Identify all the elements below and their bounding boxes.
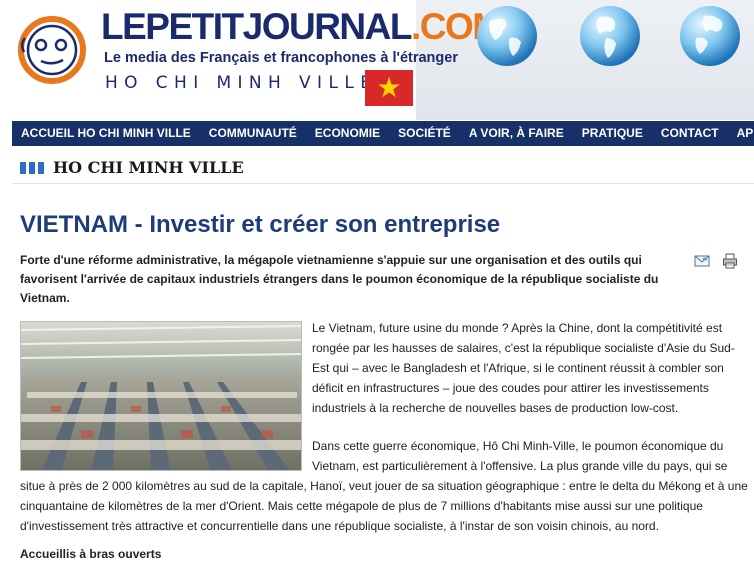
vietnam-flag-icon: ★ [365, 70, 413, 106]
article-lead: Forte d'une réforme administrative, la m… [20, 253, 659, 305]
section-heading: HO CHI MINH VILLE [20, 158, 244, 177]
globe-icon [580, 6, 640, 66]
logo-tagline: Le media des Français et francophones à … [104, 50, 458, 66]
article-body: Le Vietnam, future usine du monde ? Aprè… [20, 318, 748, 554]
main-nav: ACCUEIL HO CHI MINH VILLE COMMUNAUTÉ ECO… [12, 121, 754, 146]
logo-city: HO CHI MINH VILLE [105, 73, 378, 93]
nav-item-a-voir[interactable]: A VOIR, À FAIRE [460, 121, 573, 146]
site-header: LEPETITJOURNAL.COM Le media des Français… [0, 0, 754, 120]
globe-icon [680, 6, 740, 66]
article-title: VIETNAM - Investir et créer son entrepri… [20, 211, 501, 238]
nav-item-communaute[interactable]: COMMUNAUTÉ [200, 121, 306, 146]
section-bars-icon [20, 161, 44, 174]
article-subheading: Accueillis à bras ouverts [20, 547, 162, 561]
globe-icon [477, 6, 537, 66]
nav-item-applications[interactable]: APPLICA [728, 121, 754, 146]
email-icon[interactable] [694, 253, 710, 269]
section-title: HO CHI MINH VILLE [53, 158, 244, 177]
print-icon[interactable] [722, 253, 738, 269]
nav-item-economie[interactable]: ECONOMIE [306, 121, 389, 146]
nav-item-pratique[interactable]: PRATIQUE [573, 121, 652, 146]
divider [12, 183, 754, 184]
nav-item-contact[interactable]: CONTACT [652, 121, 728, 146]
nav-item-societe[interactable]: SOCIÉTÉ [389, 121, 460, 146]
article-tools [694, 253, 738, 269]
site-logo[interactable]: LEPETITJOURNAL.COM Le media des Français… [10, 4, 503, 116]
nav-item-accueil[interactable]: ACCUEIL HO CHI MINH VILLE [12, 121, 200, 146]
mascot-logo-icon [18, 16, 86, 84]
logo-title: LEPETITJOURNAL.COM [101, 6, 503, 47]
